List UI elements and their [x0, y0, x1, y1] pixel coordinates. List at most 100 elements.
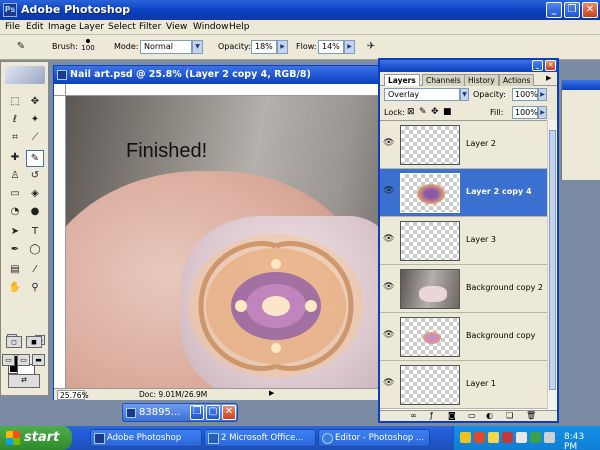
taskbar-item-editor[interactable]: Editor - Photoshop ... — [318, 429, 430, 447]
ruler-origin[interactable] — [54, 84, 66, 96]
lasso-tool-icon[interactable]: ℓ — [6, 112, 24, 129]
volume-icon[interactable] — [544, 432, 555, 443]
history-brush-tool-icon[interactable]: ↺ — [26, 168, 44, 185]
healing-brush-tool-icon[interactable]: ✚ — [6, 150, 24, 167]
menu-help[interactable]: Help — [229, 22, 250, 32]
crop-tool-icon[interactable]: ⌗ — [6, 130, 24, 147]
blend-mode-dropdown-icon[interactable]: ▼ — [460, 88, 469, 101]
minimize-button[interactable]: _ — [546, 2, 562, 18]
image-canvas[interactable]: Finished! — [66, 96, 379, 388]
tray-icon[interactable] — [516, 432, 527, 443]
new-layer-icon[interactable]: ❏ — [506, 411, 513, 420]
minimized-document-window[interactable]: 83895... ❐ ▢ ✕ — [122, 403, 238, 422]
palette-minimize-button[interactable]: _ — [532, 60, 543, 71]
brush-preset-icon[interactable]: ✎ — [12, 39, 30, 56]
layer-row[interactable]: 👁 Layer 3 — [380, 217, 547, 265]
visibility-eye-icon[interactable]: 👁 — [383, 187, 395, 196]
minimized-restore-button[interactable]: ❐ — [190, 405, 204, 420]
hand-tool-icon[interactable]: ✋ — [6, 280, 24, 297]
visibility-eye-icon[interactable]: 👁 — [383, 139, 395, 148]
tray-icon[interactable] — [460, 432, 471, 443]
standard-mode-icon[interactable]: ◻ — [6, 336, 22, 348]
tray-icon[interactable] — [488, 432, 499, 443]
status-menu-arrow-icon[interactable]: ▶ — [269, 389, 274, 397]
layer-style-icon[interactable]: ƒ — [430, 411, 433, 420]
fill-slider-icon[interactable]: ▶ — [538, 106, 547, 119]
layer-set-icon[interactable]: ▭ — [468, 411, 476, 420]
visibility-eye-icon[interactable]: 👁 — [383, 331, 395, 340]
layer-row[interactable]: 👁 Background copy 2 — [380, 265, 547, 313]
brush-size-picker[interactable]: 100 — [80, 37, 96, 58]
flow-slider-arrow-icon[interactable]: ▶ — [344, 40, 355, 54]
layer-row[interactable]: 👁 Layer 2 — [380, 121, 547, 169]
paint-bucket-tool-icon[interactable]: ◈ — [26, 186, 44, 203]
vertical-ruler[interactable] — [54, 96, 66, 388]
opacity-slider-arrow-icon[interactable]: ▶ — [277, 40, 288, 54]
dodge-tool-icon[interactable]: ● — [26, 204, 44, 221]
quick-mask-mode-icon[interactable]: ◼ — [26, 336, 42, 348]
blur-tool-icon[interactable]: ◔ — [6, 204, 24, 221]
close-button[interactable]: ✕ — [582, 2, 598, 18]
clock[interactable]: 8:43 PM — [564, 432, 600, 450]
tray-icon[interactable] — [530, 432, 541, 443]
mode-select[interactable]: Normal — [140, 40, 192, 54]
jump-to-imageready-icon[interactable]: ⇄ — [8, 374, 40, 388]
pen-tool-icon[interactable]: ✒ — [6, 242, 24, 259]
lock-transparent-icon[interactable]: ⊠ — [407, 107, 415, 117]
marquee-tool-icon[interactable]: ⬚ — [6, 94, 24, 111]
scrollbar-thumb[interactable] — [549, 130, 556, 390]
layer-row[interactable]: 👁 Background copy — [380, 313, 547, 361]
tab-actions[interactable]: Actions — [499, 74, 535, 86]
layer-row-selected[interactable]: 👁 Layer 2 copy 4 — [380, 169, 547, 217]
taskbar-item-office[interactable]: 2 Microsoft Office... — [204, 429, 316, 447]
zoom-tool-icon[interactable]: ⚲ — [26, 280, 44, 297]
move-tool-icon[interactable]: ✥ — [26, 94, 44, 111]
menu-filter[interactable]: Filter — [139, 22, 161, 32]
palette-menu-arrow-icon[interactable]: ▶ — [546, 74, 551, 82]
layers-palette-title-bar[interactable]: _ ✕ — [380, 60, 557, 72]
flow-input[interactable]: 14% — [318, 40, 344, 54]
screen-mode-full-menu-icon[interactable]: ▭ — [17, 354, 30, 366]
path-selection-tool-icon[interactable]: ➤ — [6, 224, 24, 241]
fill-input[interactable]: 100% — [512, 106, 538, 119]
opacity-input[interactable]: 18% — [251, 40, 277, 54]
secondary-palette-title-bar[interactable] — [562, 80, 600, 90]
link-layers-icon[interactable]: ∞ — [410, 411, 417, 420]
shape-tool-icon[interactable]: ◯ — [26, 242, 44, 259]
horizontal-ruler[interactable] — [66, 84, 379, 96]
magic-wand-tool-icon[interactable]: ✦ — [26, 112, 44, 129]
blend-mode-select[interactable]: Overlay — [384, 88, 460, 101]
start-button[interactable]: start — [0, 426, 72, 450]
menu-layer[interactable]: Layer — [79, 22, 104, 32]
layer-list-scrollbar[interactable] — [547, 120, 557, 410]
menu-image[interactable]: Image — [48, 22, 76, 32]
document-size-info[interactable]: Doc: 9.01M/26.9M — [139, 390, 207, 399]
trash-icon[interactable]: 🗑 — [526, 411, 536, 420]
visibility-eye-icon[interactable]: 👁 — [383, 379, 395, 388]
tray-icon[interactable] — [474, 432, 485, 443]
layer-opacity-input[interactable]: 100% — [512, 88, 538, 101]
minimized-maximize-button[interactable]: ▢ — [206, 405, 220, 420]
tab-channels[interactable]: Channels — [422, 74, 465, 86]
tab-history[interactable]: History — [464, 74, 499, 86]
screen-mode-standard-icon[interactable]: ▭ — [2, 354, 15, 366]
visibility-eye-icon[interactable]: 👁 — [383, 235, 395, 244]
brush-tool-icon[interactable]: ✎ — [26, 150, 44, 167]
layer-mask-icon[interactable]: ◙ — [448, 411, 456, 420]
maximize-button[interactable]: ❐ — [564, 2, 580, 18]
visibility-eye-icon[interactable]: 👁 — [383, 283, 395, 292]
menu-edit[interactable]: Edit — [26, 22, 43, 32]
layer-row[interactable]: 👁 Layer 1 — [380, 361, 547, 409]
eraser-tool-icon[interactable]: ▭ — [6, 186, 24, 203]
clone-stamp-tool-icon[interactable]: ♙ — [6, 168, 24, 185]
lock-image-icon[interactable]: ✎ — [419, 107, 427, 117]
slice-tool-icon[interactable]: ⟋ — [26, 130, 44, 147]
mode-dropdown-arrow-icon[interactable]: ▼ — [192, 40, 203, 54]
tab-layers[interactable]: Layers — [384, 74, 420, 86]
eyedropper-tool-icon[interactable]: ⁄ — [26, 262, 44, 279]
lock-all-icon[interactable]: ■ — [443, 107, 452, 117]
screen-mode-full-icon[interactable]: ▬ — [32, 354, 45, 366]
taskbar-item-photoshop[interactable]: Adobe Photoshop — [90, 429, 202, 447]
menu-view[interactable]: View — [166, 22, 187, 32]
lock-position-icon[interactable]: ✥ — [431, 107, 439, 117]
